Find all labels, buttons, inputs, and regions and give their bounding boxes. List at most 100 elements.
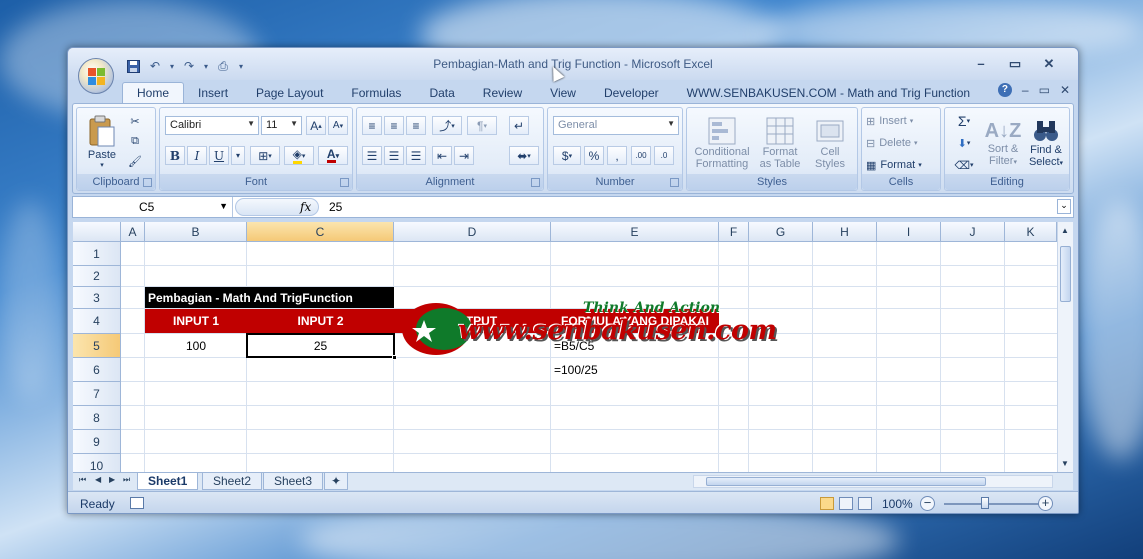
row-header-4[interactable]: 4 bbox=[73, 309, 121, 334]
prev-sheet-icon[interactable]: ◀ bbox=[95, 475, 101, 484]
column-header-i[interactable]: I bbox=[877, 222, 941, 242]
row-header-9[interactable]: 9 bbox=[73, 430, 121, 454]
align-top-icon[interactable]: ≡ bbox=[362, 116, 382, 135]
shrink-font-button[interactable]: A ▾ bbox=[328, 116, 348, 135]
expand-formula-bar-icon[interactable]: ⌄ bbox=[1057, 199, 1071, 214]
find-select-button[interactable]: Find & Select▾ bbox=[1025, 112, 1067, 174]
row-header-1[interactable]: 1 bbox=[73, 242, 121, 266]
increase-indent-icon[interactable]: ⇥ bbox=[454, 146, 474, 165]
cell-b4-header[interactable]: INPUT 1 bbox=[145, 309, 247, 333]
decrease-indent-icon[interactable]: ⇤ bbox=[432, 146, 452, 165]
cell-c5-active[interactable]: 25 bbox=[246, 333, 397, 360]
number-format-select[interactable]: General ▼ bbox=[553, 116, 679, 135]
orientation-icon[interactable]: ⤴ ▾ bbox=[432, 116, 462, 135]
ribbon-minimize-icon[interactable]: – bbox=[1022, 83, 1029, 97]
copy-icon[interactable]: ⧉ bbox=[125, 132, 145, 150]
font-size-select[interactable]: 11 ▼ bbox=[261, 116, 302, 135]
column-header-e[interactable]: E bbox=[551, 222, 719, 242]
percent-button[interactable]: % bbox=[584, 146, 604, 165]
row-header-6[interactable]: 6 bbox=[73, 358, 121, 382]
zoom-in-icon[interactable]: + bbox=[1038, 496, 1053, 511]
row-header-10[interactable]: 10 bbox=[73, 454, 121, 472]
row-header-8[interactable]: 8 bbox=[73, 406, 121, 430]
cell-b3-title[interactable]: Pembagian - Math And TrigFunction bbox=[145, 287, 394, 308]
column-header-c[interactable]: C bbox=[247, 222, 394, 242]
horizontal-scrollbar[interactable] bbox=[693, 475, 1053, 488]
cell-e6[interactable]: =100/25 bbox=[554, 358, 714, 382]
column-header-d[interactable]: D bbox=[394, 222, 551, 242]
italic-button[interactable]: I bbox=[187, 146, 207, 165]
vertical-scroll-thumb[interactable] bbox=[1060, 246, 1071, 302]
zoom-slider-thumb[interactable] bbox=[981, 497, 989, 509]
paste-button[interactable]: Paste ▾ bbox=[83, 111, 121, 173]
tab-page-layout[interactable]: Page Layout bbox=[242, 83, 337, 103]
column-header-a[interactable]: A bbox=[121, 222, 145, 242]
minimize-icon[interactable]: – bbox=[964, 56, 998, 74]
font-name-select[interactable]: Calibri ▼ bbox=[165, 116, 259, 135]
tab-developer[interactable]: Developer bbox=[590, 83, 673, 103]
horizontal-scroll-thumb[interactable] bbox=[706, 477, 986, 486]
help-icon[interactable]: ? bbox=[997, 83, 1012, 97]
row-header-5[interactable]: 5 bbox=[73, 334, 121, 358]
clipboard-launcher-icon[interactable] bbox=[143, 178, 152, 187]
sheet-tab-sheet1[interactable]: Sheet1 bbox=[137, 473, 199, 490]
zoom-out-icon[interactable]: − bbox=[920, 496, 935, 511]
first-sheet-icon[interactable]: ⏮ bbox=[79, 475, 86, 485]
comma-button[interactable]: , bbox=[607, 146, 627, 165]
vertical-scrollbar[interactable]: ▲ ▼ bbox=[1057, 222, 1073, 472]
increase-decimal-button[interactable]: .00 bbox=[631, 146, 651, 165]
scroll-up-icon[interactable]: ▲ bbox=[1061, 226, 1069, 235]
number-launcher-icon[interactable] bbox=[670, 178, 679, 187]
column-header-g[interactable]: G bbox=[749, 222, 813, 242]
row-header-7[interactable]: 7 bbox=[73, 382, 121, 406]
fill-color-button[interactable]: ◈ ▾ bbox=[284, 146, 314, 165]
underline-dropdown-icon[interactable]: ▾ bbox=[231, 146, 245, 165]
scroll-down-icon[interactable]: ▼ bbox=[1061, 459, 1069, 468]
bold-button[interactable]: B bbox=[165, 146, 185, 165]
alignment-launcher-icon[interactable] bbox=[531, 178, 540, 187]
tab-insert[interactable]: Insert bbox=[184, 83, 242, 103]
tab-view[interactable]: View bbox=[536, 83, 590, 103]
tab-formulas[interactable]: Formulas bbox=[337, 83, 415, 103]
clear-button[interactable]: ⌫ ▾ bbox=[949, 156, 979, 174]
tab-review[interactable]: Review bbox=[469, 83, 536, 103]
select-all-corner[interactable] bbox=[73, 222, 121, 242]
next-sheet-icon[interactable]: ▶ bbox=[109, 475, 115, 484]
maximize-icon[interactable]: ▭ bbox=[998, 56, 1032, 74]
format-painter-icon[interactable]: 🖌 bbox=[125, 152, 145, 170]
font-launcher-icon[interactable] bbox=[340, 178, 349, 187]
currency-button[interactable]: $ ▾ bbox=[553, 146, 581, 165]
chevron-down-icon[interactable]: ▼ bbox=[219, 201, 228, 211]
decrease-decimal-button[interactable]: .0 bbox=[654, 146, 674, 165]
align-bottom-icon[interactable]: ≡ bbox=[406, 116, 426, 135]
ribbon-restore-icon[interactable]: ▭ bbox=[1039, 83, 1050, 97]
wrap-text-icon[interactable]: ↵ bbox=[509, 116, 529, 135]
insert-function-icon[interactable]: fx bbox=[300, 200, 311, 214]
page-break-view-icon[interactable] bbox=[858, 497, 872, 510]
align-left-icon[interactable]: ☰ bbox=[362, 146, 382, 165]
fill-button[interactable]: ⬇ ▾ bbox=[949, 134, 979, 152]
zoom-level[interactable]: 100% bbox=[882, 497, 913, 511]
indent-dir-icon[interactable]: ¶ ▾ bbox=[467, 116, 497, 135]
cell-c4-header[interactable]: INPUT 2 bbox=[247, 309, 394, 333]
font-color-button[interactable]: A ▾ bbox=[318, 146, 348, 165]
column-header-f[interactable]: F bbox=[719, 222, 749, 242]
borders-button[interactable]: ⊞ ▾ bbox=[250, 146, 280, 165]
sheet-tab-sheet2[interactable]: Sheet2 bbox=[202, 473, 263, 490]
formula-input[interactable]: 25 bbox=[329, 200, 342, 214]
tab-senbakusen[interactable]: WWW.SENBAKUSEN.COM - Math and Trig Funct… bbox=[673, 83, 984, 103]
page-layout-view-icon[interactable] bbox=[839, 497, 853, 510]
align-right-icon[interactable]: ☰ bbox=[406, 146, 426, 165]
insert-sheet-icon[interactable]: ✦ bbox=[324, 473, 349, 490]
macro-record-icon[interactable] bbox=[130, 497, 144, 509]
merge-center-icon[interactable]: ⬌ ▾ bbox=[509, 146, 539, 165]
cell-b5[interactable]: 100 bbox=[145, 334, 247, 358]
tab-data[interactable]: Data bbox=[415, 83, 468, 103]
format-as-table-button[interactable]: Format as Table bbox=[755, 112, 805, 174]
conditional-formatting-button[interactable]: Conditional Formatting bbox=[691, 112, 753, 174]
workbook-close-icon[interactable]: ✕ bbox=[1060, 83, 1070, 97]
cell-styles-button[interactable]: Cell Styles bbox=[807, 112, 853, 174]
column-header-h[interactable]: H bbox=[813, 222, 877, 242]
normal-view-icon[interactable] bbox=[820, 497, 834, 510]
autosum-button[interactable]: Σ ▾ bbox=[949, 112, 979, 130]
